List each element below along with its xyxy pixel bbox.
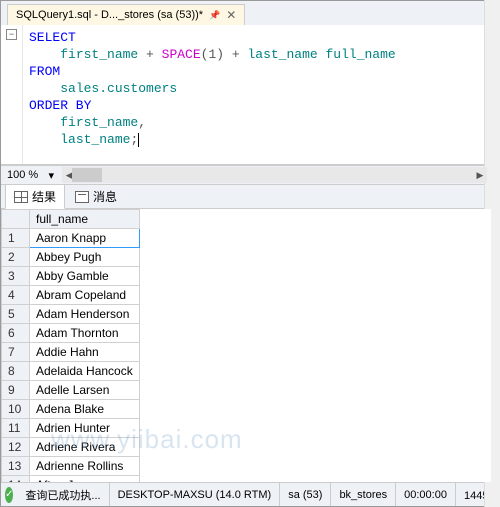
results-grid-container[interactable]: full_name 1Aaron Knapp2Abbey Pugh3Abby G… xyxy=(1,209,491,482)
table-row[interactable]: 7Addie Hahn xyxy=(2,343,140,362)
cell-full-name[interactable]: Adam Thornton xyxy=(30,324,140,343)
table-row[interactable]: 11Adrien Hunter xyxy=(2,419,140,438)
editor-hscrollbar[interactable]: ◀ ▶ xyxy=(62,167,487,183)
table-row[interactable]: 13Adrienne Rollins xyxy=(2,457,140,476)
status-db: bk_stores xyxy=(331,483,396,506)
table-row[interactable]: 4Abram Copeland xyxy=(2,286,140,305)
scroll-right-icon[interactable]: ▶ xyxy=(473,170,487,181)
row-header[interactable]: 8 xyxy=(2,362,30,381)
grid-icon xyxy=(14,191,28,203)
cell-full-name[interactable]: Abram Copeland xyxy=(30,286,140,305)
scroll-thumb[interactable] xyxy=(72,168,102,182)
code-area[interactable]: SELECT first_name + SPACE(1) + last_name… xyxy=(23,25,491,164)
table-row[interactable]: 5Adam Henderson xyxy=(2,305,140,324)
row-header[interactable]: 1 xyxy=(2,229,30,248)
results-tab-bar: 结果 消息 xyxy=(1,185,491,209)
zoom-level[interactable]: 100 % xyxy=(1,169,44,181)
status-time: 00:00:00 xyxy=(396,483,456,506)
row-header[interactable]: 12 xyxy=(2,438,30,457)
status-ok-icon: ✓ xyxy=(5,487,13,503)
code-gutter: − xyxy=(1,25,23,164)
messages-icon xyxy=(75,191,89,203)
row-header[interactable]: 5 xyxy=(2,305,30,324)
cell-full-name[interactable]: Adrienne Rollins xyxy=(30,457,140,476)
table-row[interactable]: 3Abby Gamble xyxy=(2,267,140,286)
cell-full-name[interactable]: Adrien Hunter xyxy=(30,419,140,438)
row-header[interactable]: 6 xyxy=(2,324,30,343)
cell-full-name[interactable]: Abbey Pugh xyxy=(30,248,140,267)
text-cursor xyxy=(138,133,139,147)
table-row[interactable]: 10Adena Blake xyxy=(2,400,140,419)
status-user: sa (53) xyxy=(280,483,331,506)
close-icon[interactable]: ✕ xyxy=(226,8,236,22)
row-header[interactable]: 13 xyxy=(2,457,30,476)
cell-full-name[interactable]: Addie Hahn xyxy=(30,343,140,362)
table-row[interactable]: 9Adelle Larsen xyxy=(2,381,140,400)
row-header[interactable]: 7 xyxy=(2,343,30,362)
document-tab-bar: SQLQuery1.sql - D..._stores (sa (53))* 📌… xyxy=(1,1,499,25)
row-header[interactable]: 11 xyxy=(2,419,30,438)
cell-full-name[interactable]: Adena Blake xyxy=(30,400,140,419)
table-row[interactable]: 6Adam Thornton xyxy=(2,324,140,343)
row-header[interactable]: 10 xyxy=(2,400,30,419)
zoom-toolbar: 100 % ▾ ◀ ▶ xyxy=(1,165,491,185)
cell-full-name[interactable]: Aaron Knapp xyxy=(30,229,140,248)
tab-messages[interactable]: 消息 xyxy=(67,185,125,208)
row-header[interactable]: 14 xyxy=(2,476,30,483)
row-header[interactable]: 3 xyxy=(2,267,30,286)
status-bar: ✓ 查询已成功执... DESKTOP-MAXSU (14.0 RTM) sa … xyxy=(1,482,491,506)
cell-full-name[interactable]: Adelaida Hancock xyxy=(30,362,140,381)
cell-full-name[interactable]: Adriene Rivera xyxy=(30,438,140,457)
row-header[interactable]: 9 xyxy=(2,381,30,400)
corner-header[interactable] xyxy=(2,210,30,229)
table-row[interactable]: 2Abbey Pugh xyxy=(2,248,140,267)
table-row[interactable]: 12Adriene Rivera xyxy=(2,438,140,457)
column-header[interactable]: full_name xyxy=(30,210,140,229)
cell-full-name[interactable]: Abby Gamble xyxy=(30,267,140,286)
document-tab[interactable]: SQLQuery1.sql - D..._stores (sa (53))* 📌… xyxy=(7,4,245,25)
collapse-icon[interactable]: − xyxy=(6,29,17,40)
row-header[interactable]: 4 xyxy=(2,286,30,305)
sql-editor[interactable]: − SELECT first_name + SPACE(1) + last_na… xyxy=(1,25,491,165)
tab-results[interactable]: 结果 xyxy=(5,184,65,209)
chevron-down-icon[interactable]: ▾ xyxy=(44,169,58,182)
table-row[interactable]: 14Afton Juarez xyxy=(2,476,140,483)
cell-full-name[interactable]: Adelle Larsen xyxy=(30,381,140,400)
row-header[interactable]: 2 xyxy=(2,248,30,267)
tab-title: SQLQuery1.sql - D..._stores (sa (53))* xyxy=(16,9,203,21)
cell-full-name[interactable]: Adam Henderson xyxy=(30,305,140,324)
pin-icon[interactable]: 📌 xyxy=(209,10,220,21)
cell-full-name[interactable]: Afton Juarez xyxy=(30,476,140,483)
table-row[interactable]: 8Adelaida Hancock xyxy=(2,362,140,381)
status-exec: 查询已成功执... xyxy=(17,483,109,506)
status-server: DESKTOP-MAXSU (14.0 RTM) xyxy=(110,483,281,506)
results-grid: full_name 1Aaron Knapp2Abbey Pugh3Abby G… xyxy=(1,209,140,482)
table-row[interactable]: 1Aaron Knapp xyxy=(2,229,140,248)
